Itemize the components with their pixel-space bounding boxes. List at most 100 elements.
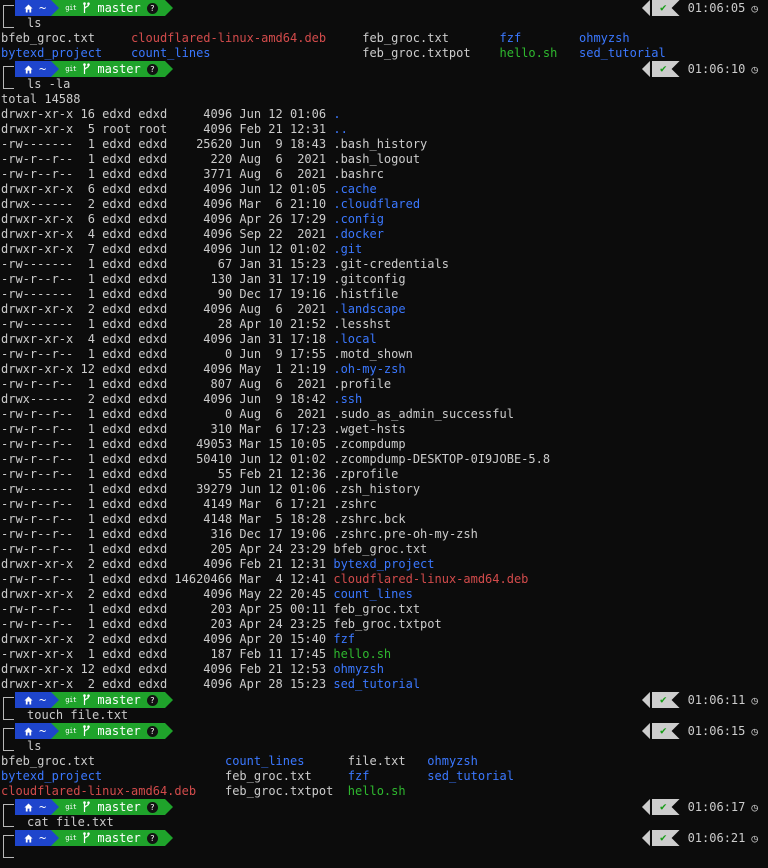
command-text[interactable]: touch file.txt: [27, 708, 128, 722]
output-text: feb_groc.txt: [362, 31, 499, 45]
prompt-row: ~ git master ? ✔ 01:06:15 ◷: [15, 723, 768, 739]
output-line: cloudflared-linux-amd64.deb feb_groc.txt…: [1, 784, 768, 799]
command-block: ~ git master ? ✔ 01:06:21 ◷: [1, 830, 768, 861]
output-text: -rw-r--r-- 1 edxd edxd 807 Aug 6 2021: [1, 377, 333, 391]
git-icon: git: [65, 799, 76, 815]
output-text: .git-credentials: [333, 257, 449, 271]
output-line: drwxr-xr-x 12 edxd edxd 4096 May 1 21:19…: [1, 362, 768, 377]
command-text[interactable]: ls -la: [27, 77, 70, 91]
output-text: -rw-r--r-- 1 edxd edxd 4149 Mar 6 17:21: [1, 497, 333, 511]
output-text: count_lines: [131, 46, 362, 60]
output-text: drwxr-xr-x 2 edxd edxd 4096 Apr 28 15:23: [1, 677, 333, 691]
command-block: ~ git master ? ✔ 01:06:15 ◷ ls: [1, 723, 768, 754]
command-text[interactable]: ls: [27, 739, 41, 753]
output-text: .zcompdump-DESKTOP-0I9JOBE-5.8: [333, 452, 550, 466]
output-text: -rw------- 1 edxd edxd 90 Dec 17 19:16: [1, 287, 333, 301]
output-text: feb_groc.txtpot: [225, 784, 348, 798]
output-text: ohmyzsh: [333, 662, 384, 676]
git-untracked-badge: ?: [147, 726, 158, 737]
prompt-spacer: [165, 830, 642, 846]
output-text: feb_groc.txt: [225, 769, 348, 783]
prompt-git-segment: git master ?: [51, 692, 165, 708]
home-icon: [24, 696, 33, 705]
output-text: .gitconfig: [333, 272, 405, 286]
output-text: count_lines: [333, 587, 412, 601]
output-text: .local: [333, 332, 376, 346]
home-icon: [24, 4, 33, 13]
prompt-time: 01:06:05: [688, 1, 746, 16]
output-text: feb_groc.txtpot: [333, 617, 441, 631]
output-text: .sudo_as_admin_successful: [333, 407, 514, 421]
clock-icon: ◷: [751, 831, 758, 846]
output-text: drwxr-xr-x 2 edxd edxd 4096 May 22 20:45: [1, 587, 333, 601]
home-icon: [24, 834, 33, 843]
git-branch-icon: [82, 63, 91, 75]
status-arrow-icon: [642, 692, 650, 708]
prompt-status: ✔ 01:06:10 ◷: [642, 61, 758, 77]
prompt-spacer: [165, 61, 642, 77]
output-text: -rw-r--r-- 1 edxd edxd 4148 Mar 5 18:28: [1, 512, 333, 526]
output-text: .ssh: [333, 392, 362, 406]
output-text: drwxr-xr-x 5 root root 4096 Feb 21 12:31: [1, 122, 333, 136]
status-segment: ✔: [652, 692, 680, 708]
output-text: hello.sh: [333, 647, 391, 661]
prompt-row: ~ git master ? ✔ 01:06:17 ◷: [15, 799, 768, 815]
prompt-path-segment: ~: [15, 692, 51, 708]
prompt-spacer: [165, 692, 642, 708]
prompt-row: ~ git master ? ✔ 01:06:10 ◷: [15, 61, 768, 77]
prompt-path: ~: [39, 724, 46, 739]
prompt-path: ~: [39, 62, 46, 77]
prompt-git-segment: git master ?: [51, 830, 165, 846]
output-line: drwx------ 2 edxd edxd 4096 Mar 6 21:10 …: [1, 197, 768, 212]
output-text: feb_groc.txt: [333, 602, 420, 616]
prompt-path-segment: ~: [15, 61, 51, 77]
status-arrow-icon: [642, 799, 650, 815]
output-text: -rw------- 1 edxd edxd 28 Apr 10 21:52: [1, 317, 333, 331]
command-row: [1, 846, 768, 861]
git-untracked-badge: ?: [147, 833, 158, 844]
output-line: -rw-r--r-- 1 edxd edxd 0 Aug 6 2021 .sud…: [1, 407, 768, 422]
output-text: .: [333, 107, 340, 121]
git-icon: git: [65, 830, 76, 846]
output-text: -rw-r--r-- 1 edxd edxd 0 Aug 6 2021: [1, 407, 333, 421]
output-text: bfeb_groc.txt: [1, 31, 131, 45]
output-text: -rw-r--r-- 1 edxd edxd 310 Mar 6 17:23: [1, 422, 333, 436]
check-icon: ✔: [660, 799, 667, 815]
terminal-window[interactable]: ~ git master ? ✔ 01:06:05 ◷ ls bfeb_groc…: [0, 0, 768, 868]
prompt-bracket: [3, 804, 14, 827]
output-line: -rw------- 1 edxd edxd 39279 Jun 12 01:0…: [1, 482, 768, 497]
output-text: .histfile: [333, 287, 398, 301]
prompt-bracket: [3, 835, 14, 858]
output-text: bytexd_project: [1, 769, 225, 783]
output-text: bytexd_project: [333, 557, 434, 571]
command-block: ~ git master ? ✔ 01:06:10 ◷ ls -la: [1, 61, 768, 92]
prompt-path-segment: ~: [15, 723, 51, 739]
output-text: count_lines: [225, 754, 348, 768]
prompt-time: 01:06:15: [688, 724, 746, 739]
output-text: total 14588: [1, 92, 80, 106]
clock-icon: ◷: [751, 62, 758, 77]
output-text: -rw-r--r-- 1 edxd edxd 203 Apr 25 00:11: [1, 602, 333, 616]
output-line: -rw-r--r-- 1 edxd edxd 4149 Mar 6 17:21 …: [1, 497, 768, 512]
command-block: ~ git master ? ✔ 01:06:17 ◷ cat file.txt: [1, 799, 768, 830]
git-branch-icon: [82, 725, 91, 737]
git-branch-name: master: [97, 724, 140, 739]
output-text: .zshrc.bck: [333, 512, 405, 526]
prompt-git-segment: git master ?: [51, 723, 165, 739]
output-text: fzf: [500, 31, 579, 45]
output-line: -rw-r--r-- 1 edxd edxd 4148 Mar 5 18:28 …: [1, 512, 768, 527]
output-line: -rw-r--r-- 1 edxd edxd 50410 Jun 12 01:0…: [1, 452, 768, 467]
output-text: .zsh_history: [333, 482, 420, 496]
output-text: .cloudflared: [333, 197, 420, 211]
prompt-git-segment: git master ?: [51, 799, 165, 815]
prompt-row: ~ git master ? ✔ 01:06:11 ◷: [15, 692, 768, 708]
output-text: drwxr-xr-x 2 edxd edxd 4096 Apr 20 15:40: [1, 632, 333, 646]
command-text[interactable]: ls: [27, 16, 41, 30]
output-text: .motd_shown: [333, 347, 412, 361]
output-text: .config: [333, 212, 384, 226]
output-text: drwxr-xr-x 12 edxd edxd 4096 May 1 21:19: [1, 362, 333, 376]
output-line: -rw-r--r-- 1 edxd edxd 3771 Aug 6 2021 .…: [1, 167, 768, 182]
prompt-path: ~: [39, 831, 46, 846]
command-text[interactable]: cat file.txt: [27, 815, 114, 829]
command-block: ~ git master ? ✔ 01:06:11 ◷ touch file.t…: [1, 692, 768, 723]
